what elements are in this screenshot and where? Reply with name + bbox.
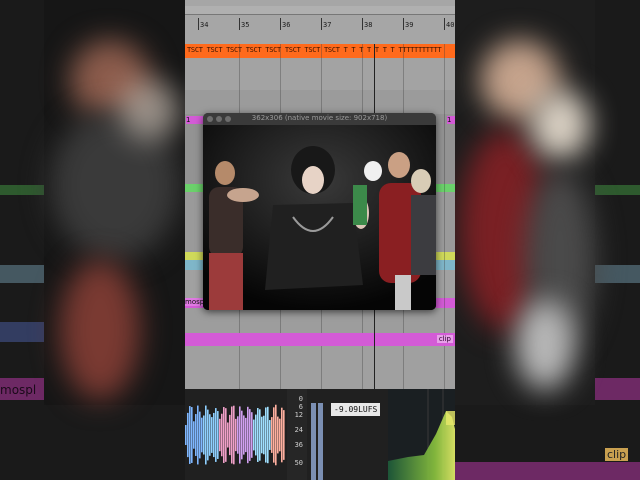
waveform-bar [241, 410, 243, 460]
waveform-bar [217, 411, 219, 459]
waveform-bar [199, 411, 201, 459]
waveform-bar [207, 409, 209, 461]
waveform-bar [197, 405, 199, 465]
track-lane[interactable] [185, 90, 455, 115]
db-tick: 24 [294, 426, 303, 434]
right-backdrop-label: clip [605, 448, 629, 461]
midi-clip-label[interactable]: mosp [185, 298, 204, 306]
waveform-bar [263, 415, 265, 455]
video-window[interactable]: 362x306 (native movie size: 902x718) [203, 113, 436, 310]
video-window-title: 362x306 (native movie size: 902x718) [251, 114, 388, 122]
video-frame [203, 125, 436, 310]
track-lane[interactable] [185, 58, 455, 91]
waveform-bar [195, 414, 197, 456]
bar-number: 37 [323, 21, 332, 29]
waveform-bar [273, 407, 275, 463]
locator-lane[interactable]: TSCT TSCT TSCT TSCT TSCT TSCT TSCT TSCT … [185, 44, 455, 58]
waveform-bar [267, 406, 269, 464]
waveform-bar [223, 407, 225, 463]
waveform-bar [189, 406, 191, 464]
loop-strip[interactable] [185, 6, 455, 15]
clip-name[interactable]: clip [436, 335, 453, 343]
lufs-readout: -9.09LUFS [331, 403, 381, 416]
bar-number: 34 [200, 21, 209, 29]
waveform-bar [271, 417, 273, 453]
waveform-bar [225, 408, 227, 462]
waveform-bar [237, 416, 239, 454]
waveform-bar [193, 421, 195, 449]
waveform-bar [235, 418, 237, 452]
waveform-bar [279, 418, 281, 452]
waveform-bar [231, 406, 233, 464]
meter-panel: 0 6 12 24 36 50 -9.09LUFS [185, 389, 455, 480]
bar-number: 38 [364, 21, 373, 29]
waveform-bar [209, 414, 211, 456]
waveform-bar [265, 407, 267, 463]
waveform-bar [191, 407, 193, 463]
waveform-bar [227, 422, 229, 448]
bar-number: 40 [446, 21, 455, 29]
waveform-bar [281, 407, 283, 463]
right-backdrop: clip [455, 0, 640, 480]
waveform-bar [269, 420, 271, 450]
clip-number-label: 1 [186, 116, 204, 124]
waveform-bar [245, 417, 247, 453]
clip-number-label: 1 [447, 116, 455, 124]
bar-number: 35 [241, 21, 250, 29]
waveform-bar [205, 405, 207, 465]
db-tick: 0 [298, 395, 303, 403]
left-backdrop: mospl [0, 0, 185, 480]
waveform-bar [201, 417, 203, 453]
waveform-bar [211, 417, 213, 453]
waveform-bar [251, 412, 253, 458]
left-backdrop-label: mospl [0, 383, 37, 397]
waveform-bar [219, 418, 221, 452]
spectrum-analyzer [388, 389, 455, 480]
waveform-bar [247, 406, 249, 464]
waveform-bar [249, 409, 251, 461]
waveform-bar [277, 416, 279, 454]
waveform-bar [185, 425, 187, 445]
waveform-bar [253, 419, 255, 451]
track-lane[interactable] [185, 308, 455, 334]
waveform-bar [187, 412, 189, 458]
waveform-bar [203, 415, 205, 455]
waveform-bar [215, 408, 217, 462]
clip-lane[interactable]: clip [185, 333, 455, 346]
timeline-ruler[interactable]: 34 35 36 37 38 39 40 [185, 0, 455, 45]
waveform-bar [255, 414, 257, 456]
level-meter-left [311, 403, 316, 480]
level-meter-right [318, 403, 323, 480]
video-frame-image [203, 125, 436, 310]
waveform-bar [213, 412, 215, 458]
video-window-titlebar[interactable]: 362x306 (native movie size: 902x718) [203, 113, 436, 125]
db-scale: 0 6 12 24 36 50 [287, 389, 307, 480]
bar-number: 36 [282, 21, 291, 29]
waveform-bar [275, 404, 277, 466]
db-tick: 6 [298, 403, 303, 411]
waveform-bar [243, 415, 245, 455]
waveform-bar [261, 416, 263, 454]
waveform-bar [283, 410, 285, 460]
db-tick: 50 [294, 459, 303, 467]
waveform-bar [221, 413, 223, 457]
waveform-display [185, 404, 285, 466]
track-lane[interactable] [185, 346, 455, 390]
db-tick: 36 [294, 441, 303, 449]
bar-number: 39 [405, 21, 414, 29]
waveform-bar [239, 406, 241, 464]
waveform-bar [229, 414, 231, 456]
waveform-bar [257, 408, 259, 462]
db-tick: 12 [294, 411, 303, 419]
waveform-bar [259, 409, 261, 461]
waveform-bar [233, 405, 235, 465]
